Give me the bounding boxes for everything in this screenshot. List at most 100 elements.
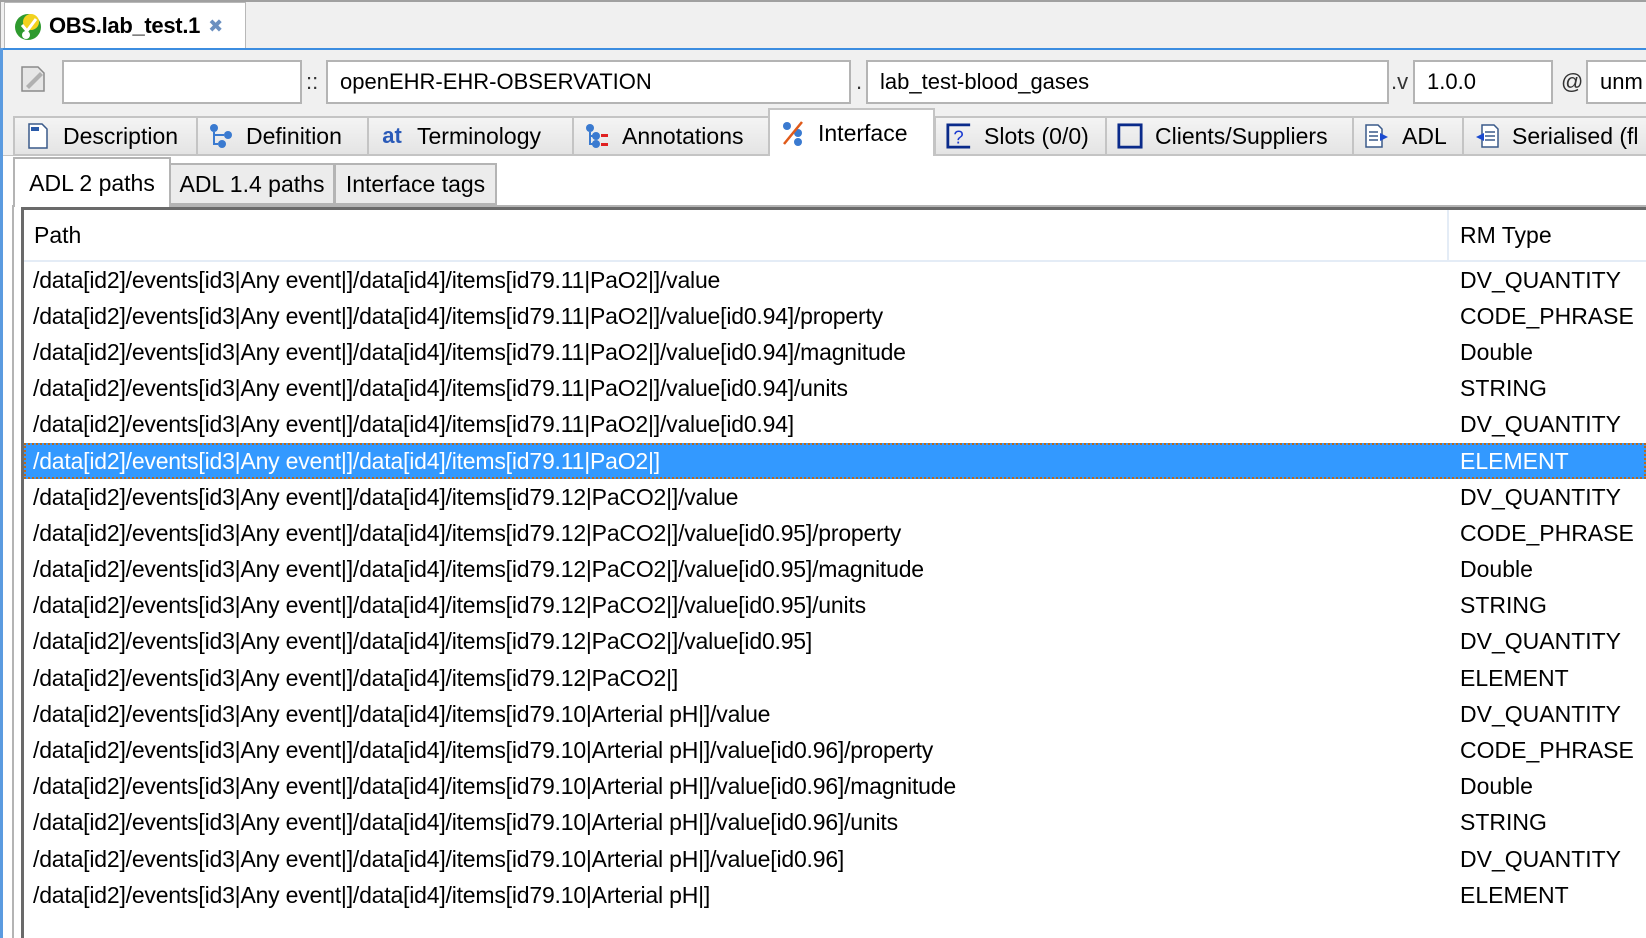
table-row[interactable]: /data[id2]/events[id3|Any event|]/data[i… [24, 442, 1646, 480]
tab-description[interactable]: Description [13, 116, 197, 156]
rm-type-cell: CODE_PHRASE [1460, 302, 1634, 329]
path-cell: /data[id2]/events[id3|Any event|]/data[i… [33, 411, 794, 438]
table-row[interactable]: /data[id2]/events[id3|Any event|]/data[i… [24, 479, 1646, 515]
tab-label: Slots (0/0) [984, 122, 1089, 149]
slots-question-icon: ? [946, 123, 972, 149]
path-cell: /data[id2]/events[id3|Any event|]/data[i… [33, 375, 848, 402]
svg-text:?: ? [953, 126, 963, 147]
path-cell: /data[id2]/events[id3|Any event|]/data[i… [33, 266, 721, 293]
table-row[interactable]: /data[id2]/events[id3|Any event|]/data[i… [24, 262, 1646, 298]
tab-slots[interactable]: ? Slots (0/0) [934, 116, 1106, 156]
rm-type-cell: Double [1460, 338, 1533, 365]
tab-terminology[interactable]: at Terminology [367, 116, 573, 156]
path-cell: /data[id2]/events[id3|Any event|]/data[i… [33, 592, 866, 619]
table-row[interactable]: /data[id2]/events[id3|Any event|]/data[i… [24, 841, 1646, 877]
serialised-import-icon [1474, 123, 1500, 149]
rm-type-cell: STRING [1460, 809, 1547, 836]
close-icon[interactable]: ✖ [208, 16, 223, 37]
path-cell: /data[id2]/events[id3|Any event|]/data[i… [33, 700, 771, 727]
column-header-path[interactable]: Path [34, 210, 81, 260]
archetype-prefix-field[interactable] [62, 60, 302, 104]
table-row[interactable]: /data[id2]/events[id3|Any event|]/data[i… [24, 298, 1646, 334]
path-cell: /data[id2]/events[id3|Any event|]/data[i… [33, 302, 883, 329]
tab-label: Clients/Suppliers [1155, 122, 1328, 149]
table-row[interactable]: /data[id2]/events[id3|Any event|]/data[i… [24, 407, 1646, 443]
subtab-adl2-paths[interactable]: ADL 2 paths [13, 157, 171, 207]
path-cell: /data[id2]/events[id3|Any event|]/data[i… [33, 809, 898, 836]
separator-double-colon: :: [306, 69, 319, 94]
definition-tree-icon [208, 123, 234, 149]
table-row[interactable]: /data[id2]/events[id3|Any event|]/data[i… [24, 696, 1646, 732]
path-cell: /data[id2]/events[id3|Any event|]/data[i… [33, 483, 739, 510]
tab-label: Serialised (fl [1512, 122, 1639, 149]
rm-type-cell: DV_QUANTITY [1460, 411, 1622, 438]
rm-type-cell: DV_QUANTITY [1460, 700, 1622, 727]
tab-clients-suppliers[interactable]: Clients/Suppliers [1105, 116, 1353, 156]
path-cell: /data[id2]/events[id3|Any event|]/data[i… [33, 447, 660, 474]
tab-label: Definition [246, 122, 342, 149]
tab-label: ADL [1402, 122, 1447, 149]
tab-label: Annotations [622, 122, 744, 149]
table-row[interactable]: /data[id2]/events[id3|Any event|]/data[i… [24, 877, 1646, 913]
rm-type-cell: DV_QUANTITY [1460, 845, 1622, 872]
version-field[interactable]: 1.0.0 [1413, 60, 1553, 104]
rm-type-cell: ELEMENT [1460, 881, 1569, 908]
rm-type-cell: DV_QUANTITY [1460, 266, 1622, 293]
rm-publisher-field[interactable]: openEHR-EHR-OBSERVATION [326, 60, 851, 104]
description-icon [25, 123, 51, 149]
table-body: /data[id2]/events[id3|Any event|]/data[i… [24, 262, 1646, 913]
rm-type-cell: STRING [1460, 592, 1547, 619]
interface-icon [780, 120, 806, 146]
rm-type-cell: STRING [1460, 375, 1547, 402]
path-cell: /data[id2]/events[id3|Any event|]/data[i… [33, 519, 902, 546]
editor-tab-title: OBS.lab_test.1 [49, 13, 201, 38]
tab-interface[interactable]: Interface [768, 108, 935, 156]
path-cell: /data[id2]/events[id3|Any event|]/data[i… [33, 556, 924, 583]
tab-annotations[interactable]: Annotations [572, 116, 769, 156]
subtab-adl14-paths[interactable]: ADL 1.4 paths [169, 163, 335, 205]
edit-document-icon[interactable] [18, 64, 48, 94]
archetype-logo-icon [13, 11, 43, 41]
tab-label: Terminology [417, 122, 541, 149]
clients-suppliers-icon [1117, 123, 1143, 149]
table-row[interactable]: /data[id2]/events[id3|Any event|]/data[i… [24, 769, 1646, 805]
concept-field[interactable]: lab_test-blood_gases [866, 60, 1389, 104]
rm-type-cell: CODE_PHRASE [1460, 737, 1634, 764]
table-row[interactable]: /data[id2]/events[id3|Any event|]/data[i… [24, 660, 1646, 696]
rm-type-cell: CODE_PHRASE [1460, 519, 1634, 546]
tab-label: Interface [818, 119, 908, 146]
path-cell: /data[id2]/events[id3|Any event|]/data[i… [33, 881, 711, 908]
path-cell: /data[id2]/events[id3|Any event|]/data[i… [33, 628, 813, 655]
paths-table: Path RM Type /data[id2]/events[id3|Any e… [21, 207, 1646, 938]
subtab-interface-tags[interactable]: Interface tags [334, 163, 497, 205]
editor-tab-obs-lab-test[interactable]: OBS.lab_test.1 ✖ [4, 2, 246, 49]
tab-definition[interactable]: Definition [196, 116, 368, 156]
table-row[interactable]: /data[id2]/events[id3|Any event|]/data[i… [24, 371, 1646, 407]
active-editor-accent-line [0, 48, 1646, 50]
lifecycle-field[interactable]: unm [1586, 60, 1646, 104]
path-cell: /data[id2]/events[id3|Any event|]/data[i… [33, 737, 934, 764]
path-cell: /data[id2]/events[id3|Any event|]/data[i… [33, 773, 956, 800]
table-row[interactable]: /data[id2]/events[id3|Any event|]/data[i… [24, 515, 1646, 551]
path-cell: /data[id2]/events[id3|Any event|]/data[i… [33, 664, 679, 691]
rm-type-cell: DV_QUANTITY [1460, 483, 1622, 510]
annotations-icon [584, 123, 610, 149]
path-cell: /data[id2]/events[id3|Any event|]/data[i… [33, 338, 906, 365]
table-row[interactable]: /data[id2]/events[id3|Any event|]/data[i… [24, 588, 1646, 624]
rm-type-cell: Double [1460, 773, 1533, 800]
table-row[interactable]: /data[id2]/events[id3|Any event|]/data[i… [24, 624, 1646, 660]
rm-type-cell: DV_QUANTITY [1460, 628, 1622, 655]
editor-tab-strip [0, 0, 1646, 49]
table-row[interactable]: /data[id2]/events[id3|Any event|]/data[i… [24, 805, 1646, 841]
rm-type-cell: ELEMENT [1460, 447, 1569, 474]
table-header: Path RM Type [24, 210, 1646, 262]
column-header-rm-type[interactable]: RM Type [1460, 210, 1552, 260]
table-row[interactable]: /data[id2]/events[id3|Any event|]/data[i… [24, 334, 1646, 370]
table-row[interactable]: /data[id2]/events[id3|Any event|]/data[i… [24, 732, 1646, 768]
table-row[interactable]: /data[id2]/events[id3|Any event|]/data[i… [24, 552, 1646, 588]
rm-type-cell: ELEMENT [1460, 664, 1569, 691]
separator-at: @ [1561, 69, 1584, 94]
tab-serialised[interactable]: Serialised (fl [1462, 116, 1646, 156]
tab-adl[interactable]: ADL [1352, 116, 1463, 156]
column-resize-handle[interactable] [1447, 210, 1449, 260]
